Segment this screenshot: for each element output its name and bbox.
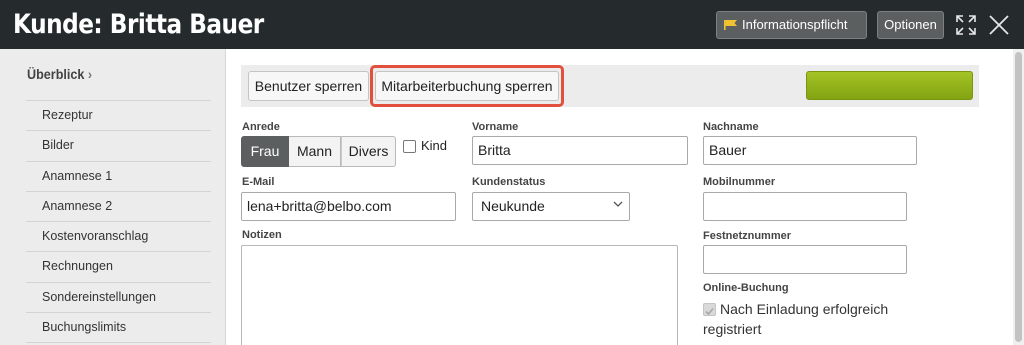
dialog-header: Kunde: Britta Bauer Informationspflicht … xyxy=(0,0,1024,49)
sidebar-item-recipe[interactable]: Rezeptur xyxy=(26,101,211,132)
sidebar-heading-overview[interactable]: Überblick › xyxy=(27,66,92,82)
salutation-option-frau[interactable]: Frau xyxy=(241,136,289,167)
chevron-down-icon xyxy=(613,201,623,207)
first-name-label: Vorname xyxy=(472,121,519,133)
sidebar-item-anamnesis-2[interactable]: Anamnese 2 xyxy=(26,192,211,223)
sidebar-item-anamnesis-1[interactable]: Anamnese 1 xyxy=(26,162,211,192)
sidebar-item-cost-estimate[interactable]: Kostenvoranschlag xyxy=(26,222,211,253)
online-booking-label: Online-Buchung xyxy=(703,282,789,294)
customer-status-label: Kundenstatus xyxy=(472,176,546,188)
salutation-option-divers[interactable]: Divers xyxy=(341,136,396,167)
notes-label: Notizen xyxy=(242,229,282,241)
customer-dialog: Kunde: Britta Bauer Informationspflicht … xyxy=(0,0,1024,345)
close-icon[interactable] xyxy=(988,14,1010,36)
salutation-label: Anrede xyxy=(242,121,280,133)
last-name-label: Nachname xyxy=(703,121,759,133)
flag-icon xyxy=(724,20,737,30)
child-label: Kind xyxy=(421,138,448,153)
sidebar: Überblick › Rezeptur Bilder Anamnese 1 A… xyxy=(0,49,226,345)
landline-label: Festnetznummer xyxy=(703,230,792,242)
information-duty-label: Informationspflicht xyxy=(742,17,848,32)
notes-textarea[interactable] xyxy=(241,245,678,345)
salutation-option-mann[interactable]: Mann xyxy=(289,136,341,167)
email-label: E-Mail xyxy=(242,176,275,188)
dialog-title: Kunde: Britta Bauer xyxy=(13,9,264,40)
online-booking-status: Nach Einladung erfolgreich registriert xyxy=(703,301,889,337)
online-booking-checkbox xyxy=(703,303,716,316)
lock-user-button[interactable]: Benutzer sperren xyxy=(248,71,369,101)
checkmark-icon xyxy=(705,307,714,316)
customer-status-select[interactable]: Neukunde xyxy=(472,192,630,221)
landline-field[interactable] xyxy=(703,245,907,274)
primary-action-button[interactable] xyxy=(806,71,973,100)
information-duty-button[interactable]: Informationspflicht xyxy=(716,11,867,39)
scrollbar-thumb[interactable] xyxy=(1015,52,1022,342)
sidebar-nav: Rezeptur Bilder Anamnese 1 Anamnese 2 Ko… xyxy=(26,100,211,344)
email-field[interactable]: lena+britta@belbo.com xyxy=(241,192,456,221)
mobile-field[interactable] xyxy=(703,192,907,221)
sidebar-item-images[interactable]: Bilder xyxy=(26,131,211,162)
last-name-field[interactable]: Bauer xyxy=(703,136,917,165)
highlight-frame xyxy=(370,65,564,107)
customer-status-value: Neukunde xyxy=(481,198,545,214)
sidebar-item-special-settings[interactable]: Sondereinstellungen xyxy=(26,283,211,314)
options-button[interactable]: Optionen xyxy=(877,11,944,39)
expand-icon[interactable] xyxy=(955,14,977,36)
first-name-field[interactable]: Britta xyxy=(472,136,688,165)
child-checkbox[interactable] xyxy=(403,140,416,153)
mobile-label: Mobilnummer xyxy=(703,176,776,188)
sidebar-heading-label: Überblick xyxy=(27,66,85,82)
sidebar-item-invoices[interactable]: Rechnungen xyxy=(26,252,211,283)
sidebar-item-booking-limits[interactable]: Buchungslimits xyxy=(26,313,211,344)
chevron-right-icon: › xyxy=(87,66,93,82)
